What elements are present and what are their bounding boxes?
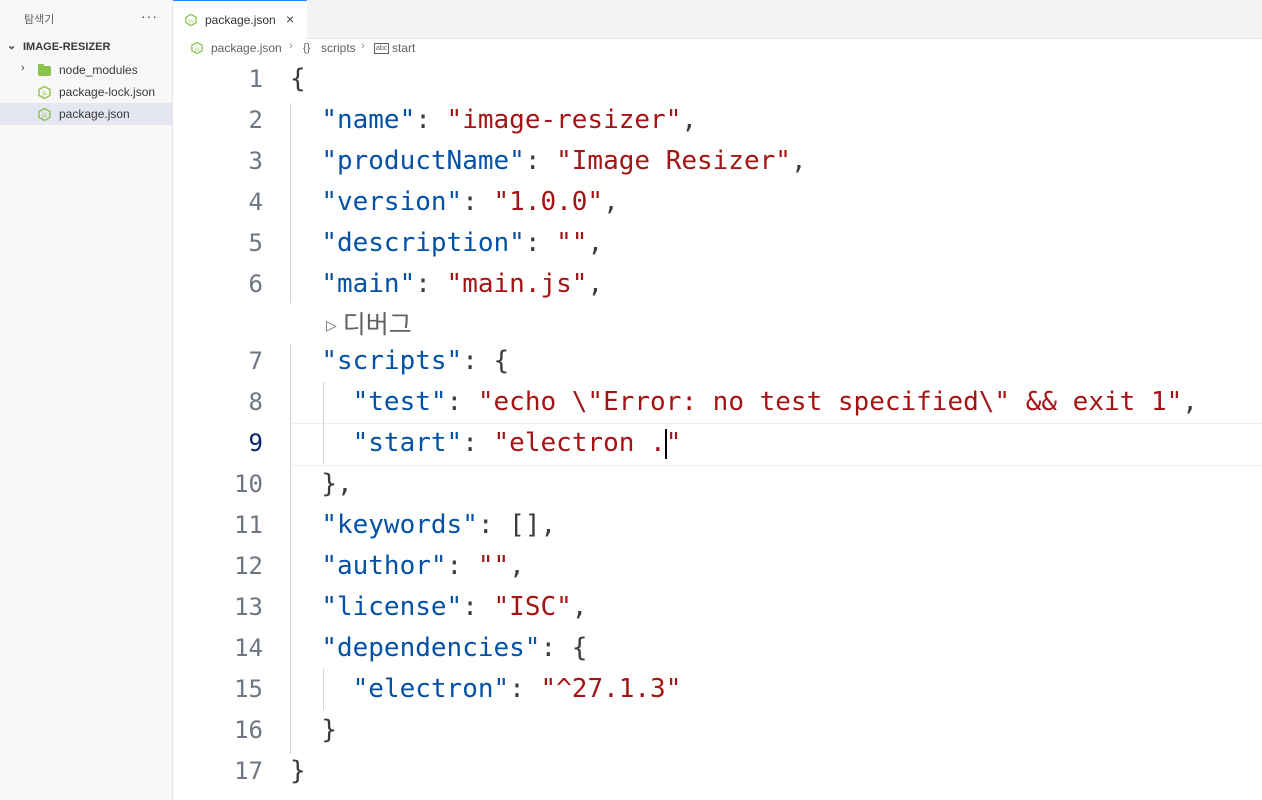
line-number: 13 bbox=[234, 593, 263, 621]
code-line: "keywords": [], bbox=[321, 510, 557, 540]
breadcrumb-scripts[interactable]: scripts bbox=[321, 41, 356, 55]
line-number: 11 bbox=[234, 511, 263, 539]
object-icon: {} bbox=[303, 42, 311, 54]
code-line: } bbox=[290, 756, 306, 786]
close-icon[interactable]: × bbox=[286, 11, 294, 27]
svg-text:js: js bbox=[194, 46, 200, 52]
tab-package-json[interactable]: js package.json × bbox=[173, 0, 307, 40]
line-number: 1 bbox=[248, 65, 263, 93]
line-number: 10 bbox=[234, 470, 263, 498]
code-line: } bbox=[321, 715, 337, 745]
editor-tab-bar: js package.json × bbox=[173, 0, 1262, 40]
svg-text:js: js bbox=[41, 90, 47, 97]
tree-item-node-modules[interactable]: › node_modules bbox=[0, 59, 172, 81]
code-line: "productName": "Image Resizer", bbox=[321, 146, 807, 176]
workspace-root-label: IMAGE-RESIZER bbox=[23, 41, 111, 53]
breadcrumb-file[interactable]: package.json bbox=[211, 41, 282, 55]
code-line: "scripts": { bbox=[321, 346, 510, 376]
line-number: 12 bbox=[234, 552, 263, 580]
code-line-active: "start": "electron ." bbox=[352, 428, 682, 459]
svg-text:js: js bbox=[41, 112, 47, 119]
chevron-right-icon: › bbox=[21, 62, 25, 74]
nodejs-file-icon: js bbox=[185, 14, 197, 26]
code-line: }, bbox=[321, 469, 353, 499]
line-number: 8 bbox=[248, 388, 263, 416]
debug-codelens[interactable]: ▷ 디버그 bbox=[326, 305, 412, 341]
tree-item-label: node_modules bbox=[59, 63, 138, 77]
folder-icon bbox=[38, 64, 51, 76]
code-editor[interactable]: 1 2 3 4 5 6 7 8 9 10 11 12 13 14 15 16 1… bbox=[173, 62, 1262, 800]
nodejs-file-icon: js bbox=[38, 108, 51, 121]
line-number: 16 bbox=[234, 716, 263, 744]
play-icon: ▷ bbox=[326, 318, 337, 334]
tab-label: package.json bbox=[205, 13, 276, 27]
line-number: 4 bbox=[248, 188, 263, 216]
tree-item-package-json[interactable]: js package.json bbox=[0, 103, 172, 125]
code-line: { bbox=[290, 64, 306, 94]
debug-codelens-label: 디버그 bbox=[342, 310, 412, 339]
tree-item-label: package-lock.json bbox=[59, 85, 156, 99]
code-line: "version": "1.0.0", bbox=[321, 187, 619, 217]
line-number: 6 bbox=[248, 270, 263, 298]
explorer-sidebar: 탐색기 ··· ⌄ IMAGE-RESIZER › node_modules j… bbox=[0, 0, 173, 800]
line-number: 2 bbox=[248, 106, 263, 134]
code-line: "license": "ISC", bbox=[321, 592, 588, 622]
workspace-root[interactable]: ⌄ IMAGE-RESIZER bbox=[0, 39, 172, 57]
chevron-right-icon: › bbox=[289, 40, 293, 52]
line-number: 3 bbox=[248, 147, 263, 175]
breadcrumb: js package.json › {} scripts › abc start bbox=[173, 39, 1262, 59]
code-line: "name": "image-resizer", bbox=[321, 105, 698, 135]
code-line: "description": "", bbox=[321, 228, 604, 258]
code-line: "test": "echo \"Error: no test specified… bbox=[352, 387, 1198, 417]
tree-item-package-lock[interactable]: js package-lock.json bbox=[0, 81, 172, 103]
string-icon: abc bbox=[374, 43, 390, 54]
line-number: 15 bbox=[234, 675, 263, 703]
line-number: 7 bbox=[248, 347, 263, 375]
line-number: 14 bbox=[234, 634, 263, 662]
chevron-right-icon: › bbox=[361, 40, 365, 52]
nodejs-file-icon: js bbox=[191, 42, 203, 54]
svg-text:js: js bbox=[188, 18, 194, 24]
code-line: "electron": "^27.1.3" bbox=[352, 674, 682, 704]
line-number: 17 bbox=[234, 757, 263, 785]
code-line: "author": "", bbox=[321, 551, 525, 581]
tree-item-label: package.json bbox=[59, 107, 130, 121]
chevron-down-icon: ⌄ bbox=[7, 40, 17, 52]
nodejs-file-icon: js bbox=[38, 86, 51, 99]
line-number: 5 bbox=[248, 229, 263, 257]
line-number-active: 9 bbox=[248, 429, 263, 457]
breadcrumb-start[interactable]: start bbox=[392, 41, 415, 55]
code-line: "main": "main.js", bbox=[321, 269, 604, 299]
code-line: "dependencies": { bbox=[321, 633, 588, 663]
explorer-title: 탐색기 bbox=[24, 14, 55, 26]
more-actions-button[interactable]: ··· bbox=[141, 8, 158, 24]
